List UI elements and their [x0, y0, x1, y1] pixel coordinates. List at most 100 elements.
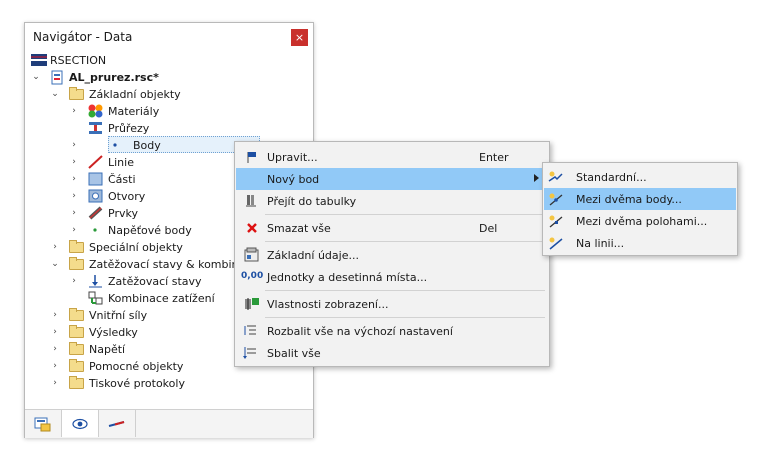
menu-label: Sbalit vše [267, 347, 321, 360]
close-button[interactable]: × [291, 29, 308, 46]
file-icon [50, 70, 65, 85]
menu-item-collapse-all[interactable]: Sbalit vše [236, 342, 548, 364]
menu-item-new-point[interactable]: Nový bod [236, 168, 548, 190]
menu-item-goto-table[interactable]: Přejít do tabulky [236, 190, 548, 212]
ruler-icon [108, 421, 125, 427]
menu-label: Přejít do tabulky [267, 195, 357, 208]
tree-item-print-reports[interactable]: › Tiskové protokoly [25, 375, 313, 392]
chevron-right-icon[interactable]: › [69, 139, 79, 151]
chevron-right-icon[interactable]: › [50, 309, 60, 321]
chevron-right-icon[interactable]: › [50, 241, 60, 253]
collapse-all-icon [243, 345, 259, 361]
menu-item-display-properties[interactable]: Vlastnosti zobrazení... [236, 293, 548, 315]
tree-label: Základní objekty [89, 88, 181, 101]
tree-label: Prvky [108, 207, 138, 220]
tree-label: Vnitřní síly [89, 309, 148, 322]
menu-label: Na linii... [576, 237, 625, 250]
tree-item-sections[interactable]: Průřezy [25, 120, 313, 137]
submenu-item-between-two-points[interactable]: Mezi dvěma body... [544, 188, 736, 210]
menu-label: Jednotky a desetinná místa... [267, 271, 428, 284]
folder-icon [69, 342, 84, 355]
chevron-right-icon[interactable]: › [50, 377, 60, 389]
tree-label: Zatěžovací stavy [108, 275, 202, 288]
chevron-right-icon[interactable]: › [50, 360, 60, 372]
tree-label: Pomocné objekty [89, 360, 184, 373]
chevron-down-icon[interactable]: ⌄ [31, 71, 41, 83]
tab-views[interactable] [99, 410, 136, 437]
tree-label: Napěťové body [108, 224, 192, 237]
folder-icon [69, 257, 84, 270]
tree-label: AL_prurez.rsc* [69, 71, 159, 84]
chevron-down-icon[interactable]: ⌄ [50, 258, 60, 270]
menu-label: Smazat vše [267, 222, 331, 235]
tree-label: Body [133, 139, 161, 152]
submenu-new-point: Standardní... Mezi dvěma body... Mezi dv… [542, 162, 738, 256]
chevron-down-icon[interactable]: ⌄ [50, 88, 60, 100]
menu-separator [265, 317, 545, 318]
part-icon [88, 172, 103, 186]
point-between-points-icon [547, 191, 563, 207]
menu-label: Standardní... [576, 171, 647, 184]
navigator-titlebar: Navigátor - Data × [25, 23, 313, 51]
shortcut-label: Enter [479, 151, 509, 164]
delete-x-icon [244, 220, 260, 236]
expand-all-icon [243, 323, 259, 339]
load-combination-icon [88, 291, 103, 305]
tree-label: Linie [108, 156, 134, 169]
navigator-tabbar [25, 409, 313, 438]
tree-label: Části [108, 173, 136, 186]
chevron-right-icon[interactable]: › [50, 326, 60, 338]
tree-label: Otvory [108, 190, 146, 203]
chevron-right-icon[interactable]: › [69, 156, 79, 168]
tree-label: Speciální objekty [89, 241, 183, 254]
submenu-item-standard[interactable]: Standardní... [544, 166, 736, 188]
chevron-right-icon[interactable]: › [69, 190, 79, 202]
point-on-line-icon [547, 235, 563, 251]
folder-icon [69, 87, 84, 100]
tree-label: Napětí [89, 343, 126, 356]
folder-icon [69, 359, 84, 372]
units-decimal-icon: 0,00 [241, 271, 264, 281]
menu-item-edit[interactable]: Upravit... Enter [236, 146, 548, 168]
menu-separator [265, 214, 545, 215]
chevron-right-icon[interactable]: › [50, 343, 60, 355]
chevron-right-icon[interactable]: › [69, 173, 79, 185]
point-between-positions-icon [547, 213, 563, 229]
tree-item-file[interactable]: ⌄ AL_prurez.rsc* [25, 69, 313, 86]
menu-item-units-decimals[interactable]: 0,00 Jednotky a desetinná místa... [236, 266, 548, 288]
table-goto-icon [244, 193, 260, 209]
tree-label: Materiály [108, 105, 160, 118]
chevron-right-icon[interactable]: › [69, 105, 79, 117]
submenu-item-on-line[interactable]: Na linii... [544, 232, 736, 254]
menu-label: Nový bod [267, 173, 320, 186]
line-icon [88, 155, 103, 169]
chevron-right-icon[interactable]: › [69, 224, 79, 236]
menu-item-basic-data[interactable]: Základní údaje... [236, 244, 548, 266]
chevron-right-icon[interactable]: › [69, 207, 79, 219]
tree-item-materials[interactable]: › Materiály [25, 103, 313, 120]
tab-data[interactable] [25, 410, 62, 437]
chevron-right-icon[interactable]: › [69, 275, 79, 287]
menu-label: Upravit... [267, 151, 318, 164]
submenu-item-between-two-positions[interactable]: Mezi dvěma polohami... [544, 210, 736, 232]
menu-label: Mezi dvěma body... [576, 193, 682, 206]
rsection-flag-icon [31, 53, 47, 67]
menu-item-delete-all[interactable]: Smazat vše Del [236, 217, 548, 239]
tree-item-rsection[interactable]: RSECTION [25, 52, 313, 69]
tab-display[interactable] [62, 410, 99, 437]
tree-label: Průřezy [108, 122, 150, 135]
tree-label: Kombinace zatížení [108, 292, 215, 305]
menu-label: Rozbalit vše na výchozí nastavení [267, 325, 453, 338]
menu-item-expand-default[interactable]: Rozbalit vše na výchozí nastavení [236, 320, 548, 342]
element-icon [88, 206, 103, 220]
folder-icon [69, 308, 84, 321]
shortcut-label: Del [479, 222, 498, 235]
tree-item-basic-objects[interactable]: ⌄ Základní objekty [25, 86, 313, 103]
folder-icon [69, 325, 84, 338]
stress-point-icon [88, 223, 103, 237]
opening-icon [88, 189, 103, 203]
window-title: Navigátor - Data [33, 30, 133, 44]
menu-label: Základní údaje... [267, 249, 359, 262]
menu-label: Mezi dvěma polohami... [576, 215, 708, 228]
submenu-arrow-icon [534, 174, 539, 182]
